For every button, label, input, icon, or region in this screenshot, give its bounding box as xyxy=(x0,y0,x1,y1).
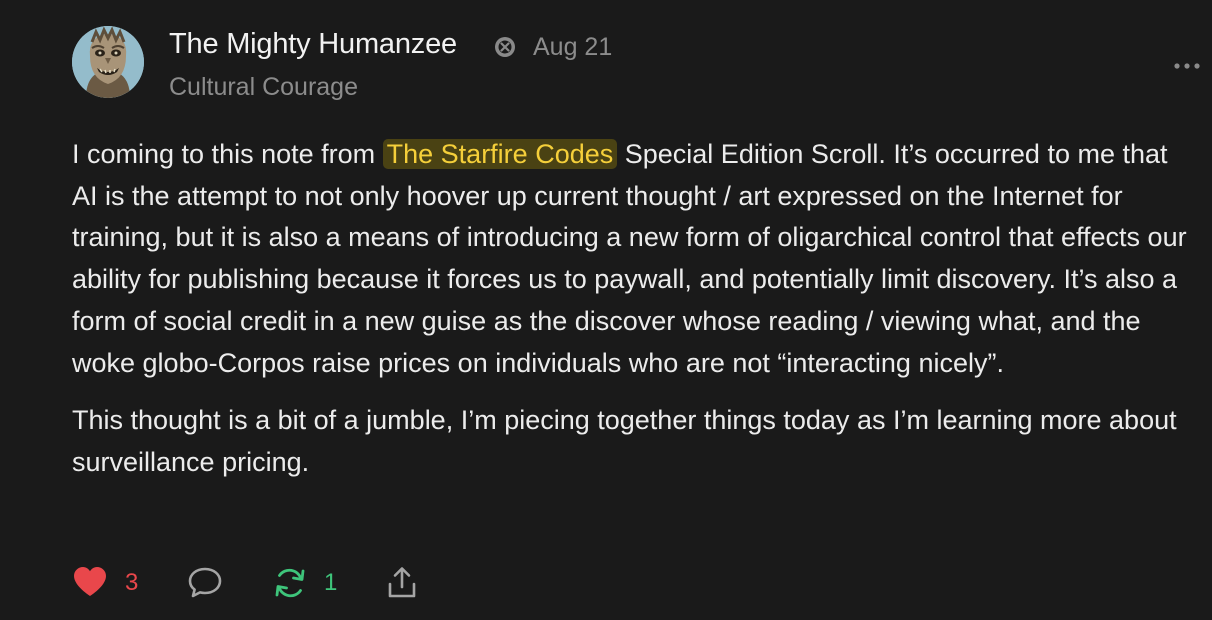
restack-icon xyxy=(275,568,305,598)
comment-bubble-icon xyxy=(188,567,222,598)
note-body: I coming to this note from The Starfire … xyxy=(72,134,1194,484)
avatar-image xyxy=(72,26,144,98)
paragraph-text-before-mention: I coming to this note from xyxy=(72,139,383,169)
share-icon xyxy=(388,567,416,598)
publication-name[interactable]: Cultural Courage xyxy=(169,73,358,102)
paragraph-text-after-mention: Special Edition Scroll. It’s occurred to… xyxy=(72,139,1187,378)
more-dots-icon[interactable] xyxy=(1170,56,1204,76)
like-count: 3 xyxy=(125,569,139,596)
comment-button[interactable] xyxy=(186,560,226,604)
note-date[interactable]: Aug 21 xyxy=(533,33,612,62)
subscriber-badge-icon xyxy=(495,37,515,57)
restack-count: 1 xyxy=(324,569,338,596)
like-button[interactable]: 3 xyxy=(72,560,144,604)
note-card: The Mighty Humanzee Aug 21 Cultural Cour… xyxy=(0,0,1212,620)
heart-icon xyxy=(74,567,106,596)
note-paragraph-1: I coming to this note from The Starfire … xyxy=(72,134,1194,384)
share-button[interactable] xyxy=(384,560,424,604)
avatar[interactable] xyxy=(72,26,144,98)
note-paragraph-2: This thought is a bit of a jumble, I’m p… xyxy=(72,405,1177,477)
restack-button[interactable]: 1 xyxy=(272,560,342,604)
mention-link[interactable]: The Starfire Codes xyxy=(382,139,618,169)
author-name[interactable]: The Mighty Humanzee xyxy=(169,28,457,61)
